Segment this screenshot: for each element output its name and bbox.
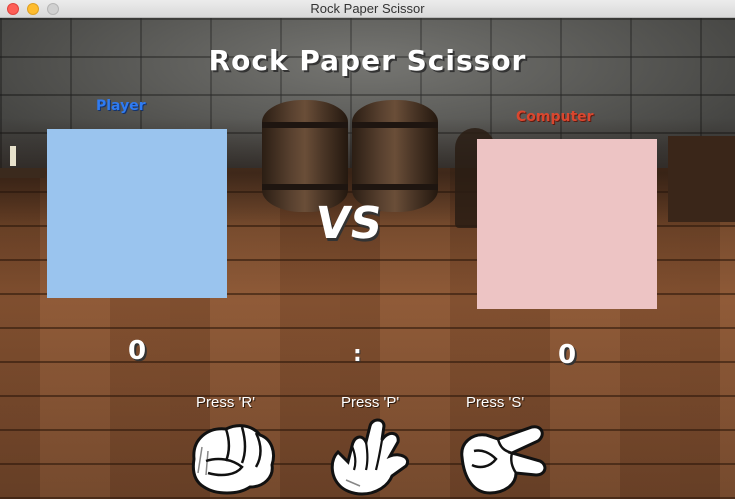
shelf-decoration [668, 136, 735, 222]
score-separator: : [353, 342, 362, 367]
game-title: Rock Paper Scissor [208, 44, 527, 77]
computer-choice-box [477, 139, 657, 309]
scissor-hand-icon[interactable] [456, 417, 548, 499]
barrel-left-decoration [262, 100, 348, 212]
scissor-key-hint: Press 'S' [466, 394, 525, 411]
table-decoration [0, 168, 45, 178]
computer-score: 0 [558, 340, 577, 370]
player-label: Player [96, 98, 146, 114]
candle-decoration [10, 146, 16, 166]
window-titlebar: Rock Paper Scissor [0, 0, 735, 18]
paper-hand-icon[interactable] [326, 416, 418, 498]
paper-key-hint: Press 'P' [341, 394, 400, 411]
game-scene: Rock Paper Scissor Player Computer VS 0 … [0, 18, 735, 499]
player-choice-box [47, 129, 227, 298]
rock-hand-icon[interactable] [186, 417, 278, 499]
vs-text: VS [312, 198, 386, 249]
rock-key-hint: Press 'R' [196, 394, 256, 411]
barrel-right-decoration [352, 100, 438, 212]
player-score: 0 [128, 336, 147, 366]
window-title: Rock Paper Scissor [310, 1, 425, 16]
computer-label: Computer [516, 109, 594, 125]
